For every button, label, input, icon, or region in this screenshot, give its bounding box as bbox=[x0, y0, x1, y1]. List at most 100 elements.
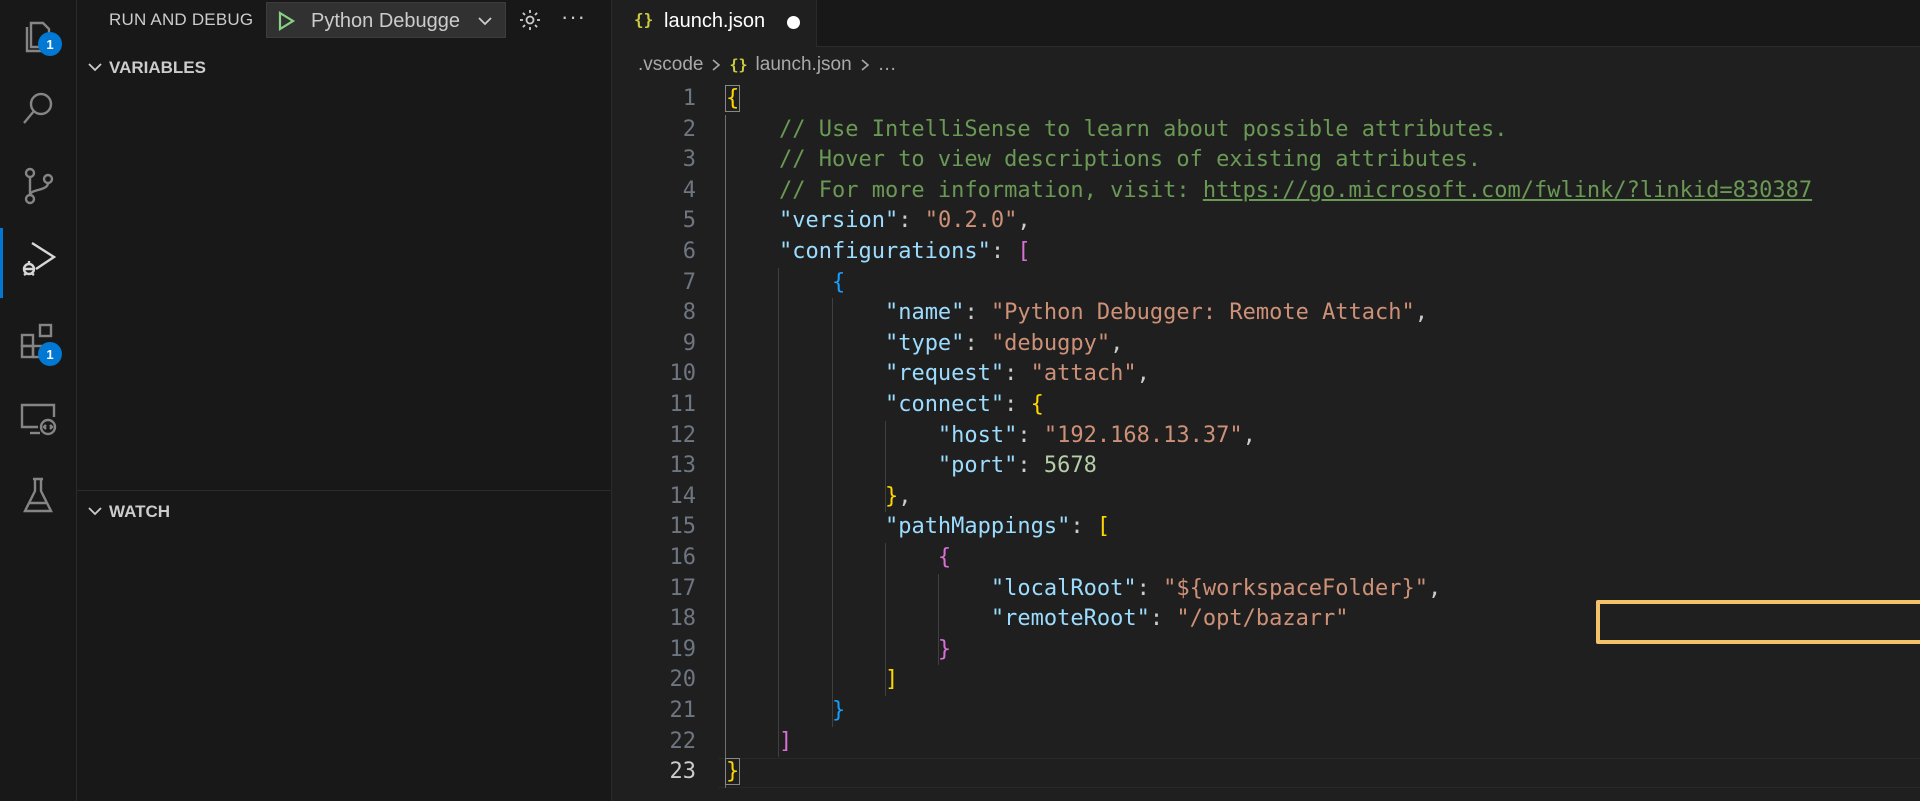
code-line[interactable]: 1{ bbox=[612, 84, 1920, 114]
code-token: : bbox=[1017, 422, 1044, 448]
sidebar: RUN AND DEBUG Python Debugge ··· VARIABL… bbox=[77, 0, 612, 801]
code-line[interactable]: 14 }, bbox=[612, 482, 1920, 512]
line-text: ] bbox=[726, 665, 898, 695]
code-token: : bbox=[1017, 453, 1044, 479]
explorer-button[interactable]: 1 bbox=[0, 0, 76, 70]
search-icon bbox=[23, 92, 53, 124]
line-number: 6 bbox=[682, 239, 696, 264]
chevron-down-icon bbox=[88, 507, 102, 516]
testing-button[interactable] bbox=[0, 460, 76, 530]
code-line[interactable]: 5 "version": "0.2.0", bbox=[612, 206, 1920, 236]
sidebar-header: RUN AND DEBUG Python Debugge ··· bbox=[77, 0, 611, 40]
code-token: "configurations" bbox=[778, 239, 991, 264]
line-number: 3 bbox=[682, 147, 696, 173]
section-divider bbox=[77, 490, 611, 491]
code-token: [ bbox=[1017, 239, 1031, 264]
code-line[interactable]: 10 "request": "attach", bbox=[612, 359, 1920, 389]
flask-icon bbox=[23, 477, 53, 513]
code-line[interactable]: 3 // Hover to view descriptions of exist… bbox=[612, 145, 1920, 175]
unsaved-dot-icon[interactable] bbox=[787, 16, 800, 29]
debug-config-select[interactable]: Python Debugge bbox=[266, 2, 506, 38]
line-number: 18 bbox=[669, 606, 697, 632]
code-line[interactable]: 6 "configurations": [ bbox=[612, 237, 1920, 267]
line-text: }, bbox=[726, 482, 912, 512]
chevron-down-icon bbox=[478, 17, 492, 26]
line-number: 12 bbox=[669, 422, 697, 448]
code-token: , bbox=[1017, 208, 1031, 234]
line-text: } bbox=[724, 757, 741, 787]
code-line[interactable]: 4 // For more information, visit: https:… bbox=[612, 176, 1920, 206]
breadcrumb-file[interactable]: launch.json bbox=[756, 54, 852, 75]
code-token: , bbox=[1414, 300, 1429, 326]
code-token: "host" bbox=[937, 422, 1018, 448]
code-token: "version" bbox=[778, 208, 899, 234]
code-token: "connect" bbox=[884, 392, 1005, 417]
remote-explorer-icon bbox=[20, 403, 57, 436]
code-line[interactable]: 13 "port": 5678 bbox=[612, 451, 1920, 481]
tab-launch-json[interactable]: {} launch.json bbox=[612, 0, 817, 47]
line-number: 11 bbox=[669, 392, 697, 417]
debug-config-label: Python Debugge bbox=[311, 10, 461, 32]
code-token: : bbox=[1136, 575, 1164, 601]
chevron-right-icon bbox=[712, 59, 721, 71]
play-icon[interactable] bbox=[275, 10, 297, 32]
run-and-debug-button[interactable] bbox=[0, 224, 76, 298]
code-line[interactable]: 20 ] bbox=[612, 665, 1920, 695]
code-line[interactable]: 23} bbox=[612, 757, 1920, 787]
tab-label: launch.json bbox=[664, 10, 766, 32]
code-line[interactable]: 22 ] bbox=[612, 727, 1920, 757]
code-line[interactable]: 2 // Use IntelliSense to learn about pos… bbox=[612, 115, 1920, 145]
code-line[interactable]: 16 { bbox=[612, 543, 1920, 573]
watch-section-label: WATCH bbox=[109, 502, 171, 521]
code-token: , bbox=[1110, 330, 1124, 356]
variables-section-header[interactable]: VARIABLES bbox=[77, 50, 611, 84]
code-line[interactable]: 21 } bbox=[612, 696, 1920, 726]
code-token: } bbox=[831, 698, 846, 723]
code-line[interactable]: 7 { bbox=[612, 268, 1920, 298]
remote-explorer-button[interactable] bbox=[0, 384, 76, 454]
watch-section-header[interactable]: WATCH bbox=[77, 494, 611, 528]
code-line[interactable]: 11 "connect": { bbox=[612, 390, 1920, 420]
breadcrumb-symbol[interactable]: … bbox=[878, 54, 897, 75]
gear-icon[interactable] bbox=[518, 8, 542, 32]
code-token: // Use IntelliSense to learn about possi… bbox=[778, 116, 1508, 142]
code-line[interactable]: 12 "host": "192.168.13.37", bbox=[612, 421, 1920, 451]
more-actions-icon[interactable]: ··· bbox=[561, 4, 586, 30]
line-number: 1 bbox=[682, 86, 696, 111]
line-number: 9 bbox=[682, 330, 696, 356]
line-number: 5 bbox=[682, 208, 696, 234]
line-number: 16 bbox=[669, 545, 697, 570]
code-token: "localRoot" bbox=[990, 575, 1137, 601]
json-file-icon: {} bbox=[634, 10, 654, 29]
code-line[interactable]: 15 "pathMappings": [ bbox=[612, 512, 1920, 542]
code-token: : bbox=[1149, 606, 1177, 632]
code-line[interactable]: 8 "name": "Python Debugger: Remote Attac… bbox=[612, 298, 1920, 328]
code-token: : bbox=[990, 239, 1018, 264]
extensions-button[interactable]: 1 bbox=[0, 306, 76, 376]
code-token: } bbox=[937, 636, 952, 662]
code-token: "${workspaceFolder}" bbox=[1163, 575, 1429, 601]
search-button[interactable] bbox=[0, 74, 76, 144]
breadcrumb-folder[interactable]: .vscode bbox=[638, 54, 703, 75]
line-text: { bbox=[726, 543, 951, 573]
code-token: https://go.microsoft.com/fwlink/?linkid=… bbox=[1202, 177, 1813, 203]
extensions-badge: 1 bbox=[38, 342, 62, 366]
code-token: "pathMappings" bbox=[884, 514, 1071, 540]
code-token: "request" bbox=[884, 361, 1005, 387]
line-number: 14 bbox=[669, 483, 697, 509]
line-text: ] bbox=[726, 727, 792, 757]
line-number: 13 bbox=[669, 453, 697, 479]
line-text: // Use IntelliSense to learn about possi… bbox=[726, 115, 1507, 145]
source-control-button[interactable] bbox=[0, 150, 76, 220]
code-line[interactable]: 9 "type": "debugpy", bbox=[612, 329, 1920, 359]
code-token: { bbox=[937, 545, 952, 570]
code-token: : bbox=[964, 300, 991, 326]
